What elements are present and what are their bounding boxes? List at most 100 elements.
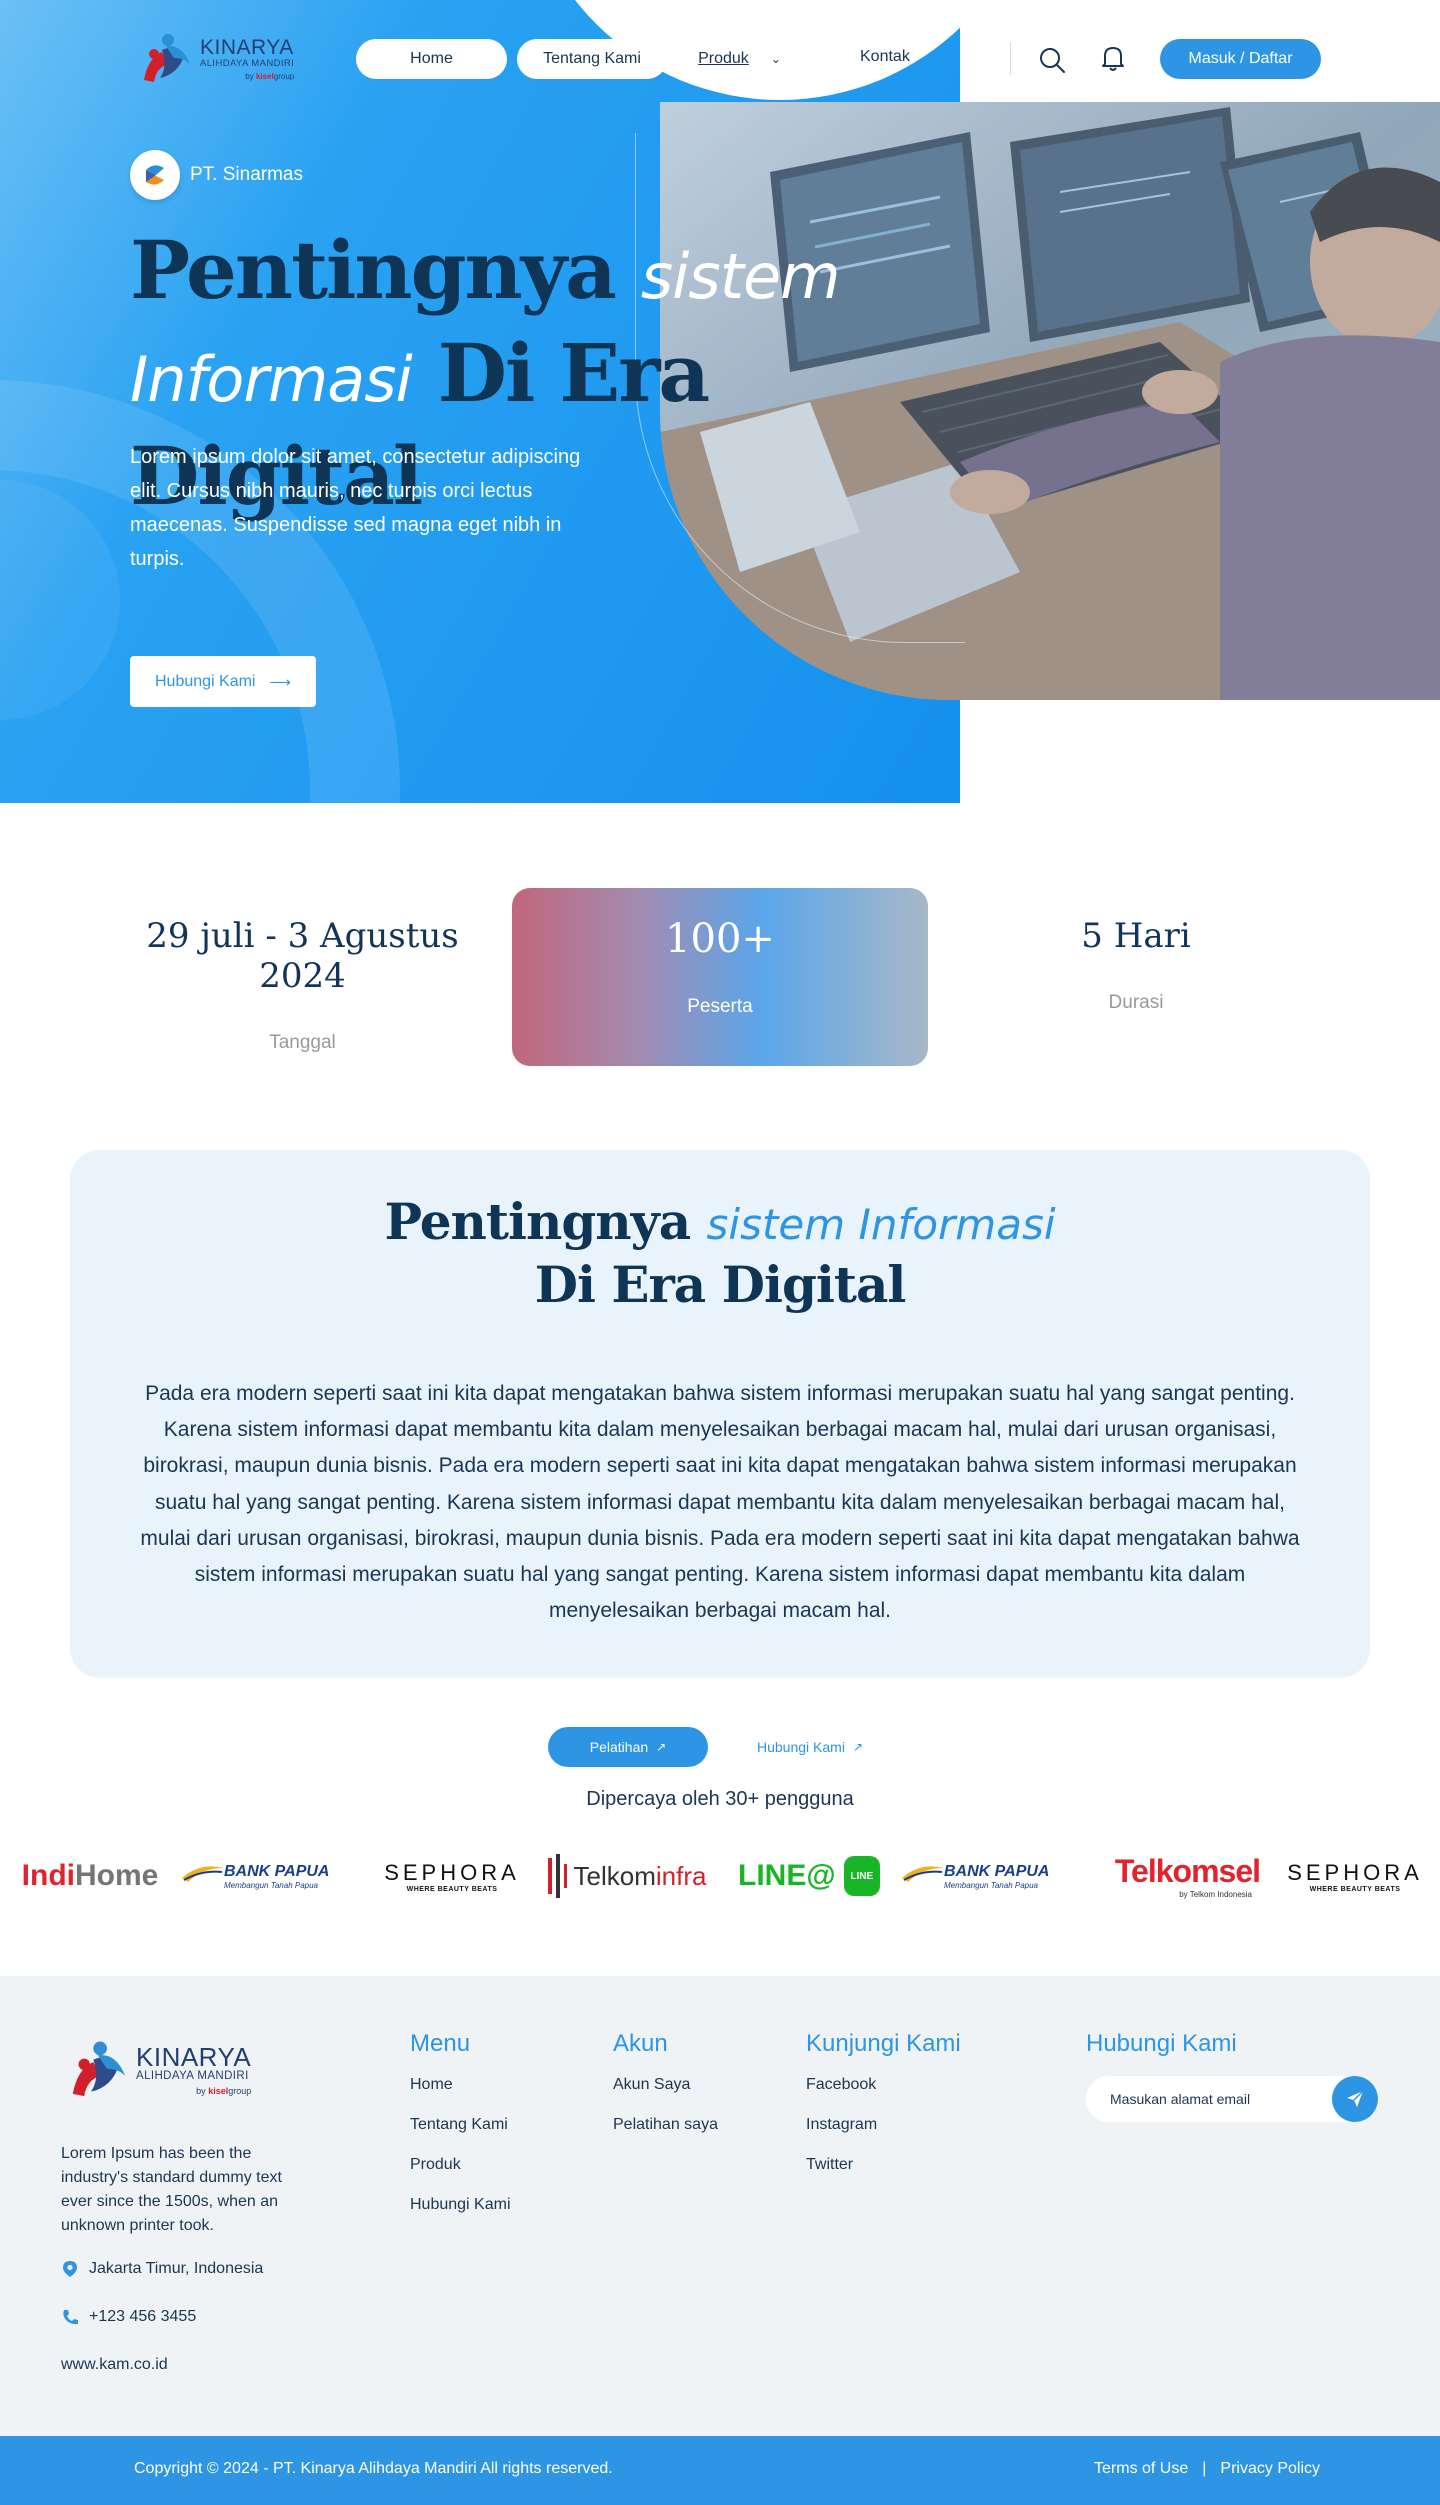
footer-logo-text: KINARYA ALIHDAYA MANDIRI by kiselgroup — [136, 2044, 251, 2096]
footer-contact-column: Hubungi Kami — [1086, 2030, 1237, 2074]
footer-phone-text: +123 456 3455 — [89, 2308, 197, 2325]
bank-papua-swoosh-icon — [902, 1866, 944, 1882]
logo-sub-text: ALIHDAYA MANDIRI — [200, 58, 295, 70]
footer-social-column: Kunjungi Kami Facebook Instagram Twitter — [806, 2030, 961, 2194]
training-label: Pelatihan — [589, 1739, 649, 1755]
stat-duration-label: Durasi — [1108, 992, 1164, 1013]
hero-title-part1: Pentingnya — [130, 223, 641, 317]
client-logo-telkomsel: Telkomsel by Telkom Indonesia — [1080, 1846, 1261, 1906]
logo-group-name: kisel — [208, 2085, 229, 2096]
client-logo-line: LINE@ LINE — [738, 1846, 880, 1906]
nav-kontak[interactable]: Kontak — [860, 48, 910, 66]
logo-group-text: by kiselgroup — [200, 71, 294, 81]
footer-menu-contact[interactable]: Hubungi Kami — [410, 2194, 511, 2234]
article-title: Pentingnya sistem Informasi Di Era Digit… — [70, 1192, 1370, 1315]
nav-produk-label: Produk — [698, 50, 749, 67]
client-logo-telkominfra: Telkom infra — [540, 1846, 712, 1906]
location-pin-icon — [63, 2261, 77, 2277]
bank-papua-name: BANK PAPUA — [944, 1862, 1050, 1880]
email-input[interactable] — [1086, 2091, 1332, 2107]
line-text: LINE@ — [738, 1859, 836, 1892]
logo-mark-icon — [66, 2037, 132, 2103]
nav-about[interactable]: Tentang Kami — [517, 39, 667, 79]
footer-social-twitter[interactable]: Twitter — [806, 2154, 961, 2194]
contact-link[interactable]: Hubungi Kami ↗ — [740, 1727, 880, 1767]
footer-bottom-bar: Copyright © 2024 - PT. Kinarya Alihdaya … — [0, 2436, 1440, 2505]
footer-social-facebook[interactable]: Facebook — [806, 2074, 961, 2114]
hero-contact-label: Hubungi Kami — [154, 672, 256, 690]
terms-link[interactable]: Terms of Use — [1094, 2460, 1188, 2478]
hero-description: Lorem ipsum dolor sit amet, consectetur … — [130, 446, 581, 570]
legal-separator: | — [1202, 2460, 1207, 2477]
footer-logo[interactable]: KINARYA ALIHDAYA MANDIRI by kiselgroup — [66, 2030, 276, 2110]
search-icon[interactable] — [1038, 46, 1066, 74]
sephora-name: SEPHORA — [384, 1859, 520, 1885]
hero-contact-button[interactable]: Hubungi Kami ⟶ — [130, 656, 316, 707]
training-button[interactable]: Pelatihan ↗ — [548, 1727, 708, 1767]
stat-participants-label: Peserta — [687, 996, 753, 1017]
footer-description: Lorem Ipsum has been the industry's stan… — [61, 2145, 282, 2234]
telkominfra-text-b: infra — [655, 1860, 707, 1891]
logo-main-text: KINARYA — [200, 36, 294, 60]
site-logo[interactable]: KINARYA ALIHDAYA MANDIRI by kiselgroup — [138, 24, 322, 94]
logo-group-text: by kiselgroup — [136, 2085, 252, 2096]
client-logo-bank-papua-2: BANK PAPUA Membangun Tanah Papua — [900, 1846, 1050, 1906]
external-link-icon: ↗ — [656, 1740, 667, 1754]
hero-title-script1: sistem — [640, 240, 841, 313]
bank-papua-swoosh-icon — [182, 1866, 224, 1882]
bank-papua-tagline: Membangun Tanah Papua — [224, 1880, 318, 1890]
send-button[interactable] — [1332, 2076, 1378, 2122]
stat-date: 29 juli - 3 Agustus 2024 Tanggal — [100, 916, 505, 1054]
logo-sub-text: ALIHDAYA MANDIRI — [136, 2070, 249, 2083]
legal-links: Terms of Use | Privacy Policy — [1094, 2460, 1320, 2478]
logo-main-text: KINARYA — [136, 2042, 252, 2073]
footer-account-my-account[interactable]: Akun Saya — [613, 2074, 718, 2114]
stat-participants-card: 100+ Peserta — [512, 888, 928, 1066]
nav-produk-dropdown[interactable]: Produk ⌄ — [677, 39, 802, 79]
login-register-button[interactable]: Masuk / Daftar — [1160, 39, 1321, 79]
nav-home[interactable]: Home — [356, 39, 507, 79]
article-title-part1: Pentingnya — [384, 1192, 707, 1251]
hero-title-script2: Informasi — [130, 343, 413, 416]
footer-menu-home[interactable]: Home — [410, 2074, 511, 2114]
footer-contact-title: Hubungi Kami — [1086, 2030, 1237, 2057]
footer-menu-produk[interactable]: Produk — [410, 2154, 511, 2194]
sephora-name: SEPHORA — [1287, 1859, 1423, 1885]
telkominfra-text-a: Telkom — [573, 1860, 656, 1891]
telkomsel-name: Telkomsel — [1114, 1853, 1261, 1889]
send-icon — [1347, 2090, 1364, 2107]
footer: KINARYA ALIHDAYA MANDIRI by kiselgroup L… — [0, 1976, 1440, 2436]
notification-bell-icon[interactable] — [1100, 44, 1126, 72]
logo-mark-icon — [138, 30, 196, 88]
footer-social-instagram[interactable]: Instagram — [806, 2114, 961, 2154]
footer-phone[interactable]: +123 456 3455 — [61, 2308, 196, 2326]
contact-link-label: Hubungi Kami — [757, 1739, 845, 1755]
footer-account-title: Akun — [613, 2030, 668, 2057]
article-card: Pentingnya sistem Informasi Di Era Digit… — [70, 1150, 1370, 1678]
line-badge-icon: LINE — [843, 1856, 880, 1896]
logo-group-name: kisel — [255, 71, 274, 81]
article-body: Pada era modern seperti saat ini kita da… — [140, 1382, 1300, 1623]
client-logo-indihome: Indi Home — [10, 1846, 170, 1906]
footer-menu-title: Menu — [410, 2030, 471, 2057]
indihome-text-b: Home — [74, 1859, 159, 1892]
footer-website-link[interactable]: www.kam.co.id — [61, 2356, 168, 2374]
client-logo-bank-papua: BANK PAPUA Membangun Tanah Papua — [180, 1846, 330, 1906]
footer-menu-about[interactable]: Tentang Kami — [410, 2114, 511, 2154]
arrow-right-icon: ⟶ — [269, 673, 291, 691]
client-logo-sephora: SEPHORA WHERE BEAUTY BEATS — [382, 1846, 522, 1906]
privacy-link[interactable]: Privacy Policy — [1220, 2460, 1320, 2478]
article-title-line2: Di Era Digital — [534, 1255, 907, 1314]
newsletter-form — [1086, 2076, 1378, 2122]
footer-menu-column: Menu Home Tentang Kami Produk Hubungi Ka… — [410, 2030, 511, 2234]
footer-social-title: Kunjungi Kami — [806, 2030, 961, 2057]
trusted-by-text: Dipercaya oleh 30+ pengguna — [586, 1788, 854, 1810]
telkomsel-tagline: by Telkom Indonesia — [1179, 1890, 1252, 1899]
company-name: PT. Sinarmas — [190, 164, 303, 185]
footer-account-my-training[interactable]: Pelatihan saya — [613, 2114, 718, 2154]
company-chip: PT. Sinarmas — [130, 150, 303, 200]
logo-group-suffix: group — [228, 2085, 252, 2096]
chevron-down-icon: ⌄ — [770, 52, 781, 66]
footer-address-text: Jakarta Timur, Indonesia — [89, 2260, 264, 2277]
stat-duration: 5 Hari Durasi — [936, 916, 1336, 1014]
